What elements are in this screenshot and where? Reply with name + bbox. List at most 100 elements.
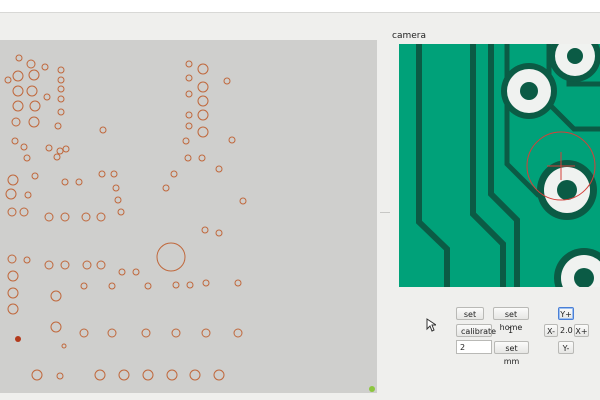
drill-pad[interactable] [23, 154, 31, 162]
drill-pad[interactable] [79, 328, 89, 338]
drill-pad[interactable] [185, 74, 193, 82]
drill-pad[interactable] [184, 154, 192, 162]
drill-pad[interactable] [57, 108, 65, 116]
drill-pad[interactable] [24, 191, 32, 199]
drill-pad[interactable] [7, 254, 17, 264]
drill-pad[interactable] [50, 321, 62, 333]
drill-pad[interactable] [31, 369, 43, 381]
drill-pad[interactable] [213, 369, 225, 381]
drill-pad[interactable] [189, 369, 201, 381]
drill-pad[interactable] [57, 85, 65, 93]
drill-pad[interactable] [61, 343, 67, 349]
drill-pad[interactable] [60, 260, 70, 270]
drill-pad[interactable] [197, 81, 209, 93]
drill-pad[interactable] [185, 122, 193, 130]
drill-pad[interactable] [202, 279, 210, 287]
drill-pad[interactable] [28, 116, 40, 128]
drill-pad[interactable] [75, 178, 83, 186]
drill-pad[interactable] [141, 328, 151, 338]
drill-pad[interactable] [28, 69, 40, 81]
drill-pad[interactable] [4, 76, 12, 84]
drill-pad[interactable] [215, 165, 223, 173]
drill-pad[interactable] [215, 229, 223, 237]
drill-pad[interactable] [239, 197, 247, 205]
drill-pad[interactable] [80, 282, 88, 290]
drill-pad[interactable] [166, 369, 178, 381]
pcb-pads-svg[interactable] [0, 40, 377, 393]
drill-pad[interactable] [29, 100, 41, 112]
drill-pad[interactable] [197, 95, 209, 107]
drill-pad[interactable] [56, 147, 64, 155]
drill-pad[interactable] [56, 372, 64, 380]
drill-pad[interactable] [233, 328, 243, 338]
drill-pad[interactable] [50, 290, 62, 302]
drill-pad[interactable] [117, 208, 125, 216]
drill-pad[interactable] [54, 122, 62, 130]
drill-pad[interactable] [107, 328, 117, 338]
drill-pad[interactable] [172, 281, 180, 289]
selected-pad[interactable] [15, 336, 21, 342]
set-home-button[interactable]: set home [493, 307, 529, 332]
drill-pad[interactable] [185, 90, 193, 98]
drill-pad[interactable] [82, 260, 92, 270]
drill-pad[interactable] [197, 63, 209, 75]
drill-pad[interactable] [12, 70, 24, 82]
drill-pad[interactable] [60, 212, 70, 222]
drill-pad[interactable] [234, 279, 242, 287]
drill-pad[interactable] [197, 109, 209, 121]
drill-pad[interactable] [53, 153, 61, 161]
drill-pad[interactable] [11, 117, 21, 127]
drill-pad[interactable] [31, 172, 39, 180]
drill-pad[interactable] [186, 281, 194, 289]
drill-pad[interactable] [57, 66, 65, 74]
drill-pad[interactable] [57, 76, 65, 84]
drill-pad[interactable] [170, 170, 178, 178]
drill-pad[interactable] [156, 242, 186, 272]
drill-pad[interactable] [144, 282, 152, 290]
set-mm-button[interactable]: set mm [494, 341, 529, 366]
drill-pad[interactable] [162, 184, 170, 192]
drill-pad[interactable] [185, 111, 193, 119]
drill-pad[interactable] [7, 270, 19, 282]
drill-pad[interactable] [26, 59, 36, 69]
drill-pad[interactable] [12, 100, 24, 112]
pcb-drill-canvas[interactable] [0, 40, 377, 393]
drill-pad[interactable] [96, 260, 106, 270]
drill-pad[interactable] [118, 268, 126, 276]
drill-pad[interactable] [96, 212, 106, 222]
drill-pad[interactable] [44, 260, 54, 270]
drill-pad[interactable] [114, 196, 122, 204]
drill-pad[interactable] [5, 188, 17, 200]
drill-pad[interactable] [118, 369, 130, 381]
drill-pad[interactable] [62, 145, 70, 153]
drill-pad[interactable] [81, 212, 91, 222]
drill-pad[interactable] [94, 369, 106, 381]
drill-pad[interactable] [201, 226, 209, 234]
drill-pad[interactable] [197, 126, 209, 138]
drill-pad[interactable] [110, 170, 118, 178]
drill-pad[interactable] [19, 207, 29, 217]
drill-pad[interactable] [45, 144, 53, 152]
calibrate-button[interactable]: calibrate [456, 324, 496, 337]
drill-pad[interactable] [201, 328, 211, 338]
drill-pad[interactable] [7, 303, 19, 315]
drill-pad[interactable] [7, 287, 19, 299]
drill-pad[interactable] [171, 328, 181, 338]
drill-pad[interactable] [43, 93, 51, 101]
drill-pad[interactable] [223, 77, 231, 85]
drill-pad[interactable] [99, 126, 107, 134]
y-minus-button[interactable]: Y- [558, 341, 574, 354]
drill-pad[interactable] [57, 95, 65, 103]
drill-pad[interactable] [11, 137, 19, 145]
drill-pad[interactable] [23, 256, 31, 264]
drill-pad[interactable] [7, 174, 19, 186]
drill-pad[interactable] [182, 137, 190, 145]
drill-pad[interactable] [15, 54, 23, 62]
drill-pad[interactable] [98, 170, 106, 178]
drill-pad[interactable] [198, 154, 206, 162]
drill-pad[interactable] [12, 85, 24, 97]
drill-pad[interactable] [132, 268, 140, 276]
x-plus-button[interactable]: X+ [574, 324, 589, 337]
mm-input[interactable]: 2 [456, 340, 492, 354]
y-plus-button[interactable]: Y+ [558, 307, 574, 320]
